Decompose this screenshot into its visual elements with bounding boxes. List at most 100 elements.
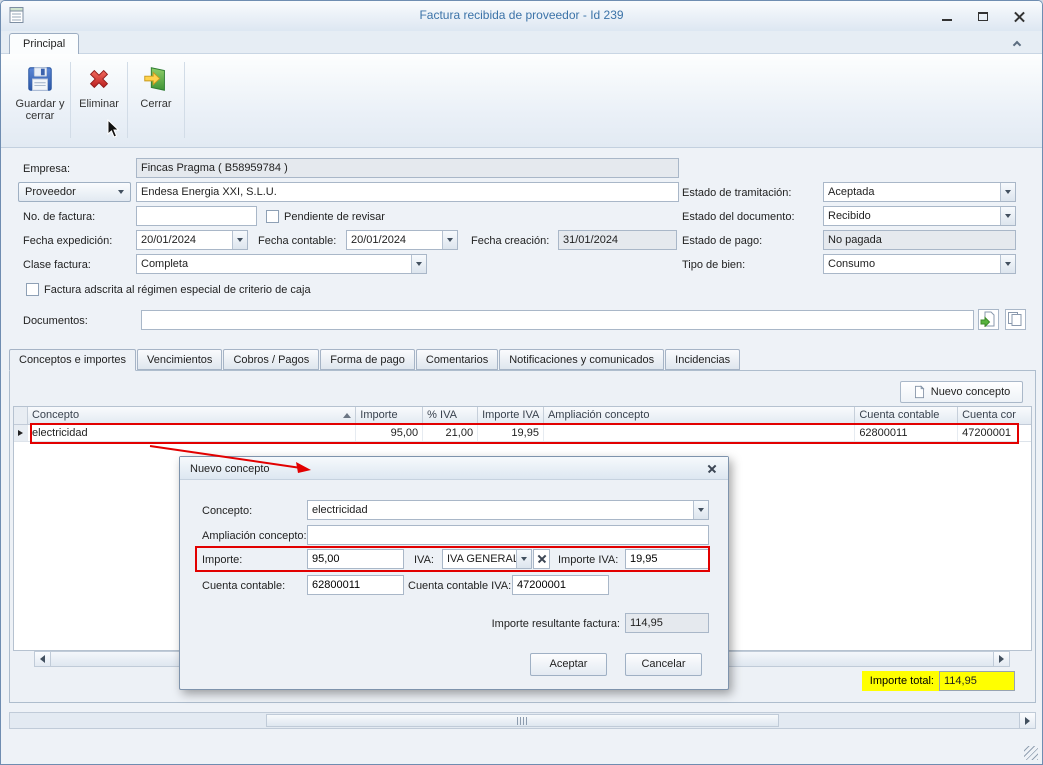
tipo-bien-combo[interactable]: Consumo bbox=[823, 254, 1016, 274]
cell-importe-iva[interactable]: 19,95 bbox=[478, 425, 544, 441]
fecha-expedicion-combo[interactable]: 20/01/2024 bbox=[136, 230, 248, 250]
dialog-close-button[interactable] bbox=[704, 462, 720, 476]
cuenta-contable-iva-label: Cuenta contable IVA: bbox=[408, 576, 511, 596]
column-importe-iva[interactable]: Importe IVA bbox=[478, 407, 544, 424]
ampliacion-input[interactable] bbox=[307, 525, 709, 545]
column-iva[interactable]: % IVA bbox=[423, 407, 478, 424]
cell-ampliacion[interactable] bbox=[544, 425, 855, 441]
regimen-caja-checkbox[interactable] bbox=[26, 283, 39, 296]
importe-total: Importe total: 114,95 bbox=[862, 671, 1015, 691]
chevron-down-icon[interactable] bbox=[516, 550, 531, 568]
window-scroll-right-button[interactable] bbox=[1019, 713, 1035, 728]
column-cuenta-cor[interactable]: Cuenta cor bbox=[958, 407, 1031, 424]
column-cuenta-contable[interactable]: Cuenta contable bbox=[855, 407, 958, 424]
grid-scroll-right-button[interactable] bbox=[993, 652, 1009, 666]
dialog-titlebar: Nuevo concepto bbox=[180, 457, 728, 480]
clase-factura-combo[interactable]: Completa bbox=[136, 254, 427, 274]
importe-resultante-label: Importe resultante factura: bbox=[380, 614, 620, 634]
save-close-button[interactable]: Guardar y cerrar bbox=[14, 59, 66, 142]
cell-cuenta-cor[interactable]: 47200001 bbox=[958, 425, 1031, 441]
row-indicator-icon bbox=[18, 430, 23, 436]
chevron-down-icon[interactable] bbox=[411, 255, 426, 273]
estado-pago-field: No pagada bbox=[823, 230, 1016, 250]
new-document-icon bbox=[913, 385, 926, 399]
fecha-expedicion-label: Fecha expedición: bbox=[23, 231, 112, 251]
table-row[interactable]: electricidad 95,00 21,00 19,95 62800011 … bbox=[14, 425, 1031, 442]
tab-notificaciones[interactable]: Notificaciones y comunicados bbox=[499, 349, 664, 370]
chevron-down-icon[interactable] bbox=[232, 231, 247, 249]
ribbon-tabrow: Principal bbox=[1, 31, 1042, 54]
cell-iva[interactable]: 21,00 bbox=[423, 425, 478, 441]
copy-document-button[interactable] bbox=[1005, 309, 1026, 330]
nuevo-concepto-button[interactable]: Nuevo concepto bbox=[900, 381, 1023, 403]
tab-principal[interactable]: Principal bbox=[9, 33, 79, 54]
arrow-right-icon bbox=[1025, 717, 1030, 725]
toolbar-separator bbox=[127, 62, 128, 138]
tab-forma-pago[interactable]: Forma de pago bbox=[320, 349, 415, 370]
grid-indicator-header bbox=[14, 407, 28, 424]
cell-concepto[interactable]: electricidad bbox=[28, 425, 356, 441]
close-button[interactable] bbox=[1006, 8, 1032, 24]
documentos-field[interactable] bbox=[141, 310, 974, 330]
grid-scroll-left-button[interactable] bbox=[35, 652, 51, 666]
proveedor-dropdown-button[interactable]: Proveedor bbox=[18, 182, 131, 202]
iva-combo[interactable]: IVA GENERAL bbox=[442, 549, 532, 569]
no-factura-input[interactable] bbox=[136, 206, 257, 226]
fecha-creacion-field: 31/01/2024 bbox=[558, 230, 677, 250]
window-hscrollbar[interactable] bbox=[9, 712, 1036, 729]
estado-documento-combo[interactable]: Recibido bbox=[823, 206, 1016, 226]
cell-importe[interactable]: 95,00 bbox=[356, 425, 423, 441]
close-icon bbox=[708, 465, 716, 473]
regimen-caja-label[interactable]: Factura adscrita al régimen especial de … bbox=[44, 280, 311, 300]
tab-cobros-pagos[interactable]: Cobros / Pagos bbox=[223, 349, 319, 370]
maximize-button[interactable] bbox=[970, 8, 996, 24]
column-importe[interactable]: Importe bbox=[356, 407, 423, 424]
chevron-down-icon[interactable] bbox=[1000, 183, 1015, 201]
proveedor-button-label: Proveedor bbox=[25, 183, 76, 201]
concepto-combo[interactable]: electricidad bbox=[307, 500, 709, 520]
cuenta-contable-input[interactable] bbox=[307, 575, 404, 595]
exit-door-icon bbox=[141, 64, 171, 94]
attach-document-button[interactable] bbox=[978, 309, 999, 330]
tipo-bien-label: Tipo de bien: bbox=[682, 255, 745, 275]
importe-iva-label: Importe IVA: bbox=[558, 550, 618, 570]
close-form-button[interactable]: Cerrar bbox=[130, 59, 182, 142]
iva-clear-button[interactable] bbox=[533, 549, 550, 569]
minimize-button[interactable] bbox=[934, 8, 960, 24]
detail-tabstrip: Conceptos e importes Vencimientos Cobros… bbox=[9, 348, 740, 370]
attach-icon bbox=[980, 311, 996, 327]
aceptar-button[interactable]: Aceptar bbox=[530, 653, 607, 676]
proveedor-field[interactable]: Endesa Energia XXI, S.L.U. bbox=[136, 182, 679, 202]
chevron-down-icon[interactable] bbox=[1000, 255, 1015, 273]
estado-tramitacion-combo[interactable]: Aceptada bbox=[823, 182, 1016, 202]
resize-grip[interactable] bbox=[1024, 746, 1038, 760]
importe-input[interactable] bbox=[307, 549, 404, 569]
empresa-field: Fincas Pragma ( B58959784 ) bbox=[136, 158, 679, 178]
column-concepto[interactable]: Concepto bbox=[28, 407, 356, 424]
cancelar-button[interactable]: Cancelar bbox=[625, 653, 702, 676]
tab-vencimientos[interactable]: Vencimientos bbox=[137, 349, 222, 370]
pendiente-revisar-checkbox[interactable] bbox=[266, 210, 279, 223]
no-factura-label: No. de factura: bbox=[23, 207, 95, 227]
toolbar: Guardar y cerrar Eliminar Cerrar bbox=[1, 54, 1042, 148]
column-ampliacion[interactable]: Ampliación concepto bbox=[544, 407, 855, 424]
cuenta-contable-iva-input[interactable] bbox=[512, 575, 609, 595]
hscroll-thumb[interactable] bbox=[266, 714, 779, 727]
maximize-icon bbox=[978, 12, 988, 21]
pendiente-revisar-label[interactable]: Pendiente de revisar bbox=[284, 207, 385, 227]
ribbon-collapse-button[interactable] bbox=[1008, 36, 1026, 50]
tab-incidencias[interactable]: Incidencias bbox=[665, 349, 740, 370]
importe-iva-input[interactable] bbox=[625, 549, 709, 569]
cuenta-contable-label: Cuenta contable: bbox=[202, 576, 285, 596]
toolbar-separator bbox=[70, 62, 71, 138]
window: Factura recibida de proveedor - Id 239 P… bbox=[0, 0, 1043, 765]
fecha-contable-combo[interactable]: 20/01/2024 bbox=[346, 230, 458, 250]
tab-conceptos-importes[interactable]: Conceptos e importes bbox=[9, 349, 136, 371]
chevron-down-icon[interactable] bbox=[442, 231, 457, 249]
tab-comentarios[interactable]: Comentarios bbox=[416, 349, 498, 370]
chevron-down-icon[interactable] bbox=[1000, 207, 1015, 225]
cell-cuenta-contable[interactable]: 62800011 bbox=[855, 425, 958, 441]
estado-pago-label: Estado de pago: bbox=[682, 231, 762, 251]
chevron-down-icon[interactable] bbox=[693, 501, 708, 519]
sort-asc-icon bbox=[343, 413, 351, 418]
